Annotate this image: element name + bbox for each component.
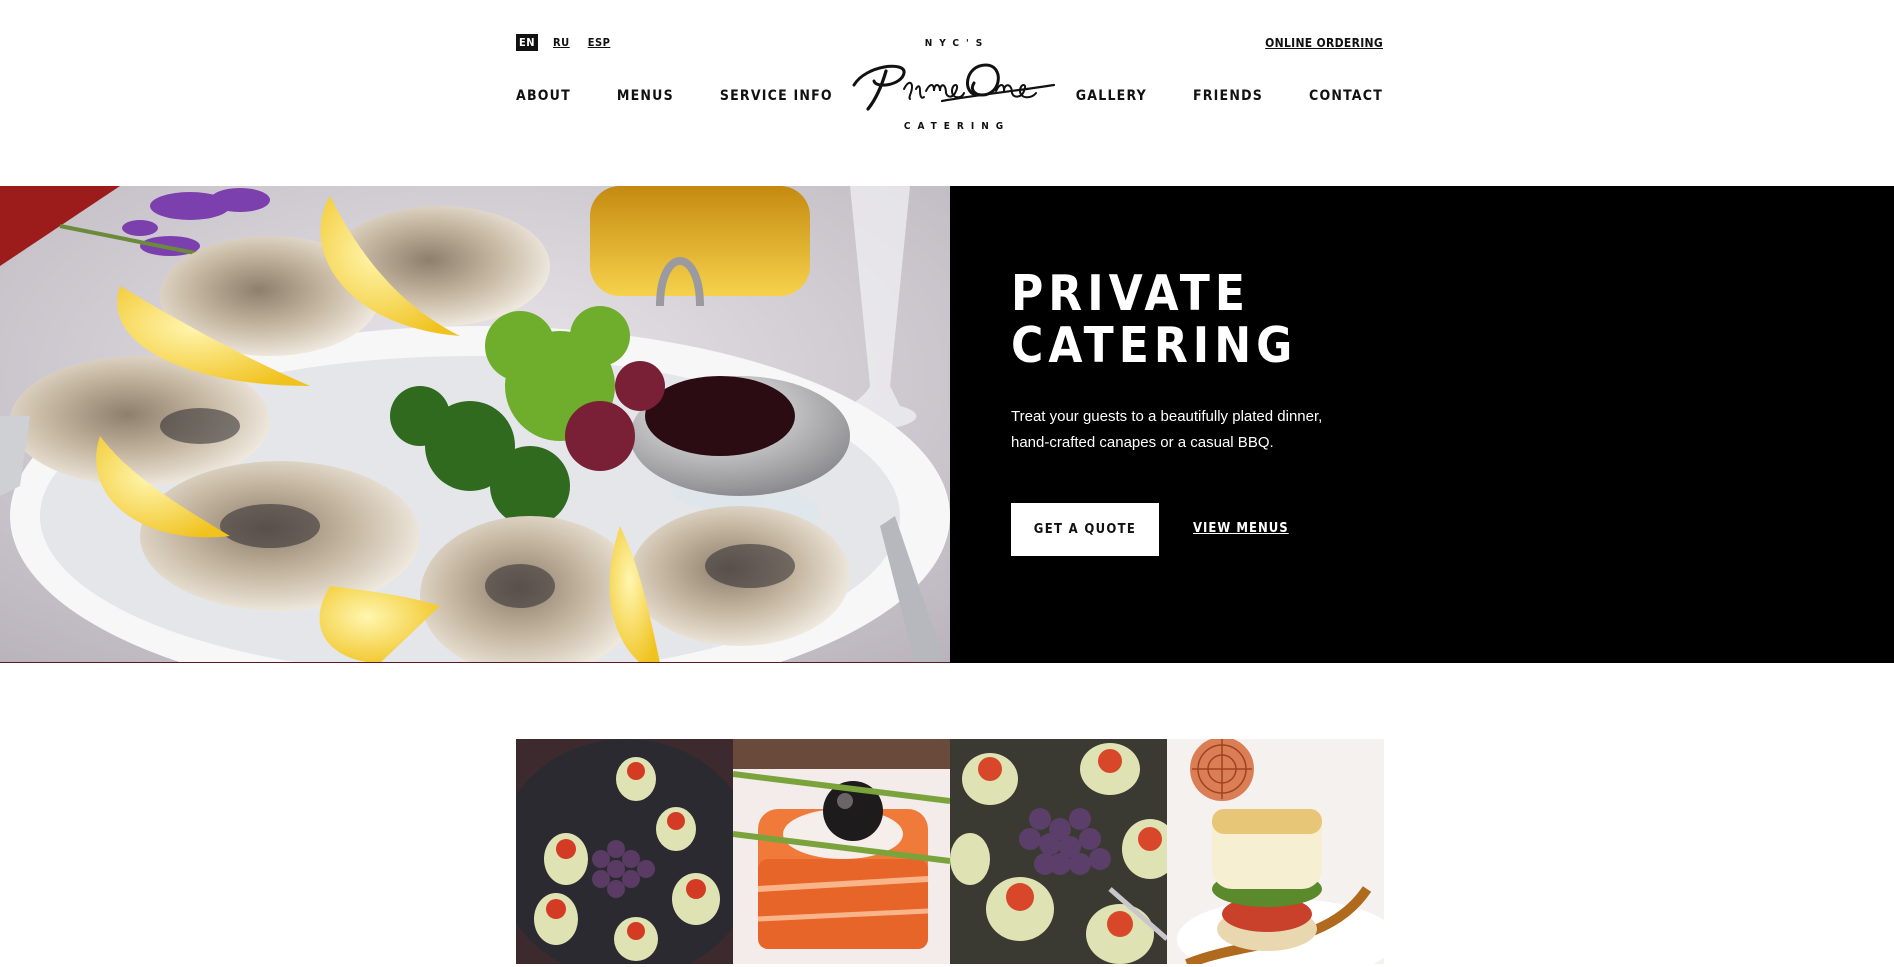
language-switcher: EN RU ESP <box>516 34 613 51</box>
language-esp[interactable]: ESP <box>585 34 614 51</box>
online-ordering-link[interactable]: ONLINE ORDERING <box>1265 36 1383 50</box>
language-en[interactable]: EN <box>516 34 539 51</box>
logo-tagline-top: NYC'S <box>924 38 990 49</box>
fish-tower-dish-photo-icon <box>1167 739 1384 964</box>
hero-panel: PRIVATE CATERING Treat your guests to a … <box>950 186 1894 663</box>
logo[interactable]: NYC'S CATERING <box>846 38 1060 153</box>
main-nav-right: GALLERY FRIENDS CONTACT <box>1076 88 1383 104</box>
gallery-tile-3[interactable] <box>950 739 1167 964</box>
canapes-grapes-photo-icon <box>516 739 733 964</box>
logo-script-icon <box>852 63 1056 111</box>
gallery-tile-4[interactable] <box>1167 739 1384 964</box>
gallery-tile-2[interactable] <box>733 739 950 964</box>
nav-item-contact[interactable]: CONTACT <box>1309 88 1383 104</box>
main-nav-left: ABOUT MENUS SERVICE INFO <box>516 88 833 104</box>
logo-tagline-bottom: CATERING <box>903 121 1011 132</box>
get-a-quote-button[interactable]: GET A QUOTE <box>1011 503 1159 556</box>
gallery-tile-1[interactable] <box>516 739 733 964</box>
nav-item-service-info[interactable]: SERVICE INFO <box>720 88 833 104</box>
nav-item-about[interactable]: ABOUT <box>516 88 571 104</box>
language-ru[interactable]: RU <box>550 34 573 51</box>
gallery-strip <box>516 739 1384 964</box>
view-menus-link[interactable]: VIEW MENUS <box>1193 521 1289 536</box>
salmon-canape-photo-icon <box>733 739 950 964</box>
nav-item-menus[interactable]: MENUS <box>617 88 674 104</box>
hero-section: PRIVATE CATERING Treat your guests to a … <box>0 186 1894 663</box>
nav-item-gallery[interactable]: GALLERY <box>1076 88 1147 104</box>
canapes-grapes-closeup-photo-icon <box>950 739 1167 964</box>
oysters-platter-photo-icon <box>0 186 950 662</box>
hero-title-line1: PRIVATE <box>1011 265 1250 322</box>
hero-title: PRIVATE CATERING <box>1011 268 1411 372</box>
nav-item-friends[interactable]: FRIENDS <box>1193 88 1263 104</box>
hero-description: Treat your guests to a beautifully plate… <box>1011 408 1323 451</box>
hero-title-line2: CATERING <box>1011 317 1298 374</box>
hero-oysters-image <box>0 186 950 663</box>
